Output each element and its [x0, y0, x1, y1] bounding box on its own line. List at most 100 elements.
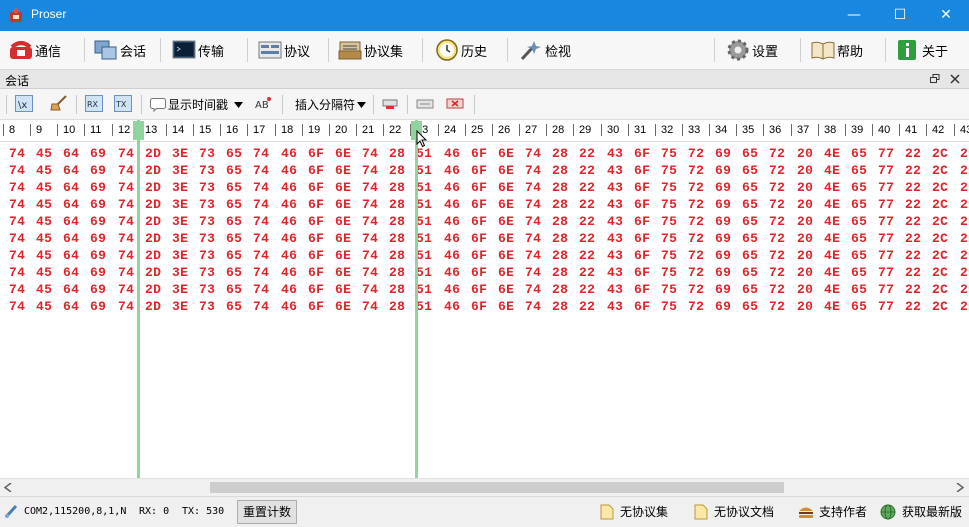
clear-input-icon[interactable]: [446, 95, 464, 112]
no-protocol-doc-link[interactable]: 无协议文档: [694, 503, 774, 520]
hex-byte: 51: [416, 248, 433, 263]
hex-byte: 51: [416, 197, 433, 212]
hex-byte: 72: [688, 214, 705, 229]
ruler-column-number: 21: [362, 124, 375, 136]
toolbar-session-button[interactable]: 会话: [94, 35, 146, 65]
ruler-tick: [763, 124, 764, 136]
scroll-right-icon[interactable]: [956, 483, 964, 492]
send-icon[interactable]: [381, 95, 399, 112]
close-pane-icon[interactable]: [950, 74, 960, 84]
insert-separator-dropdown[interactable]: 插入分隔符: [295, 96, 367, 113]
reset-count-button[interactable]: 重置计数: [237, 500, 297, 524]
ruler-tick: [926, 124, 927, 136]
toolbar-protocol-set-button[interactable]: 协议集: [338, 35, 403, 65]
hex-byte: 74: [525, 299, 542, 314]
ruler-tick: [492, 124, 493, 136]
hex-byte: 74: [362, 299, 379, 314]
hex-byte: 46: [281, 180, 298, 195]
hex-byte: 6E: [335, 146, 352, 161]
hex-byte: 43: [607, 180, 624, 195]
toolbar-about-button[interactable]: 关于: [896, 35, 948, 65]
hex-byte: 6F: [634, 180, 651, 195]
toolbar-inspect-button[interactable]: 检视: [519, 35, 571, 65]
hex-byte: 2C: [932, 282, 949, 297]
hex-byte: 20: [797, 282, 814, 297]
hex-byte: 65: [226, 197, 243, 212]
hex-byte: 74: [362, 214, 379, 229]
maximize-button[interactable]: ☐: [877, 0, 923, 31]
scrollbar-thumb[interactable]: [210, 482, 784, 493]
keyboard-icon[interactable]: [416, 95, 434, 112]
tx-toggle-icon[interactable]: TX: [114, 95, 132, 112]
toolbar-help-button[interactable]: 帮助: [811, 35, 863, 65]
hex-byte: 6F: [471, 265, 488, 280]
hex-data-view[interactable]: 74 45 64 69 74 2D 3E 73 65 74 46 6F 6E 74 28 51 46 6F 6E 74…: [0, 142, 969, 478]
hex-byte: 6F: [308, 180, 325, 195]
toolbar-divider: [84, 38, 85, 62]
hex-byte: 65: [742, 180, 759, 195]
ruler-column-number: 39: [851, 124, 864, 136]
hex-byte: 22: [579, 197, 596, 212]
hex-byte: 51: [416, 282, 433, 297]
hex-byte: 2D: [145, 265, 162, 280]
column-marker[interactable]: [137, 120, 140, 478]
toolbar-transfer-button[interactable]: 传输: [172, 35, 224, 65]
hex-byte: 77: [878, 248, 895, 263]
hex-byte: 74: [525, 214, 542, 229]
toolbar-label: 检视: [545, 44, 572, 60]
minimize-button[interactable]: —: [831, 0, 877, 31]
hex-byte: 2C: [932, 265, 949, 280]
hex-byte: 77: [878, 265, 895, 280]
ruler-tick: [573, 124, 574, 136]
text-format-icon[interactable]: AB: [254, 95, 272, 112]
toolbar-protocol-button[interactable]: 协议: [258, 35, 310, 65]
hex-byte: 51: [416, 299, 433, 314]
show-timestamp-dropdown[interactable]: 显示时间戳: [150, 96, 244, 113]
hex-byte: 69: [715, 197, 732, 212]
get-latest-link[interactable]: 获取最新版: [880, 503, 962, 520]
toolbar-divider: [282, 95, 283, 114]
hex-byte: 3E: [172, 265, 189, 280]
toolbar-settings-button[interactable]: 设置: [726, 35, 778, 65]
document-icon: [694, 504, 708, 519]
ruler-tick: [682, 124, 683, 136]
svg-text:TX: TX: [115, 100, 127, 109]
toolbar-divider: [474, 95, 475, 114]
hex-byte: 6E: [335, 282, 352, 297]
regex-filter-icon[interactable]: \x: [15, 95, 33, 112]
scroll-left-icon[interactable]: [4, 483, 12, 492]
toolbar-comm-button[interactable]: 通信: [9, 35, 61, 65]
hex-byte: 46: [444, 231, 461, 246]
horizontal-scrollbar[interactable]: [0, 478, 969, 496]
column-marker[interactable]: [415, 120, 418, 478]
hex-byte: 4E: [824, 146, 841, 161]
hex-byte: 3E: [172, 231, 189, 246]
hex-byte: 3E: [172, 197, 189, 212]
svg-text:RX: RX: [87, 100, 99, 109]
float-pane-icon[interactable]: [930, 74, 940, 84]
hex-byte: 28: [552, 299, 569, 314]
hex-byte: 65: [742, 265, 759, 280]
toolbar-history-button[interactable]: 历史: [435, 35, 487, 65]
toolbar-divider: [160, 38, 161, 62]
hex-byte: 6F: [471, 282, 488, 297]
rx-toggle-icon[interactable]: RX: [85, 95, 103, 112]
window-title: Proser: [31, 7, 67, 21]
hex-byte: 74: [118, 231, 135, 246]
hex-byte: 69: [90, 299, 107, 314]
hex-byte: 69: [715, 282, 732, 297]
hex-byte: 64: [63, 180, 80, 195]
hex-byte: 74: [118, 265, 135, 280]
ruler-marker-handle[interactable]: [133, 121, 144, 140]
ruler-tick: [329, 124, 330, 136]
ruler-tick: [818, 124, 819, 136]
hex-byte: 65: [226, 146, 243, 161]
hex-byte: 74: [362, 180, 379, 195]
hex-byte: 28: [552, 265, 569, 280]
no-protocol-set-link[interactable]: 无协议集: [600, 503, 668, 520]
clear-broom-icon[interactable]: [50, 95, 68, 112]
hex-byte: 74: [525, 197, 542, 212]
close-button[interactable]: ✕: [923, 0, 969, 31]
close-icon: ✕: [940, 7, 952, 23]
support-author-link[interactable]: 支持作者: [798, 503, 867, 520]
